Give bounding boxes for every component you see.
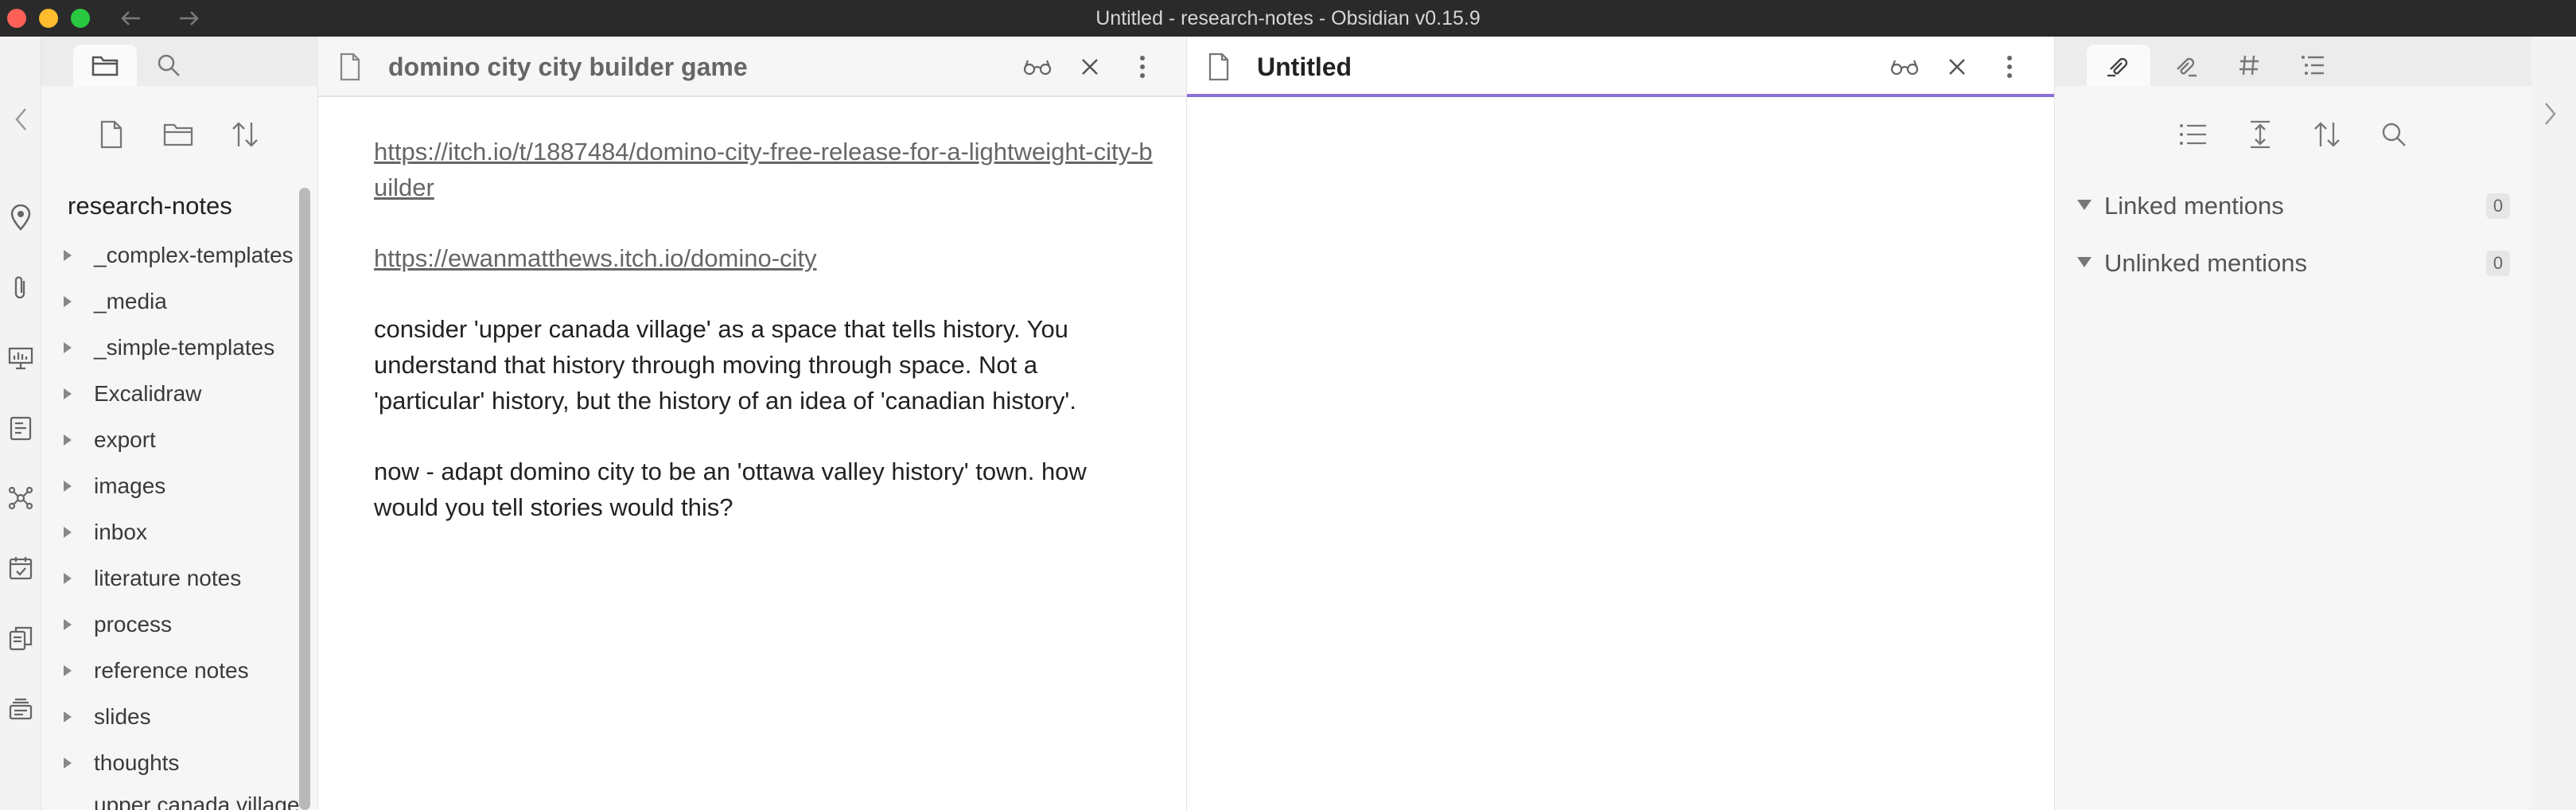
close-icon [1946,56,1968,78]
folder-tree: _complex-templates _media _simple-templa… [41,232,293,786]
document-icon [334,51,366,83]
chevron-right-icon [64,527,72,538]
count-badge: 0 [2486,251,2510,276]
calendar-icon[interactable] [5,552,37,584]
paperclip-icon[interactable] [5,272,37,304]
chevron-right-icon [64,573,72,584]
folder-item[interactable]: inbox [41,509,293,555]
chevron-right-icon [64,711,72,722]
new-folder-button[interactable] [159,115,197,154]
tab-outline[interactable] [2281,45,2344,86]
reading-view-button[interactable] [1889,51,1920,83]
folder-item[interactable]: thoughts [41,740,293,786]
window-title: Untitled - research-notes - Obsidian v0.… [1095,7,1481,29]
collapse-results-button[interactable] [2174,115,2212,154]
chevron-right-icon [64,296,72,307]
external-link[interactable]: https://ewanmatthews.itch.io/domino-city [374,244,817,272]
vault-name[interactable]: research-notes [68,192,232,220]
paragraph: consider 'upper canada village' as a spa… [374,315,1076,415]
external-link[interactable]: https://itch.io/t/1887484/domino-city-fr… [374,138,1153,201]
more-vertical-icon [1138,54,1147,80]
backlinks-icon [2104,52,2133,79]
note-title[interactable]: domino city city builder game [388,37,748,97]
file-explorer-scrollbar[interactable] [299,188,310,810]
folder-item[interactable]: images [41,463,293,509]
outgoing-links-icon [2171,52,2200,79]
pane-header: domino city city builder game [318,37,1186,97]
tab-search[interactable] [137,45,200,86]
right-sidebar-tabs [2054,37,2531,86]
note-content[interactable]: https://itch.io/t/1887484/domino-city-fr… [374,134,1154,560]
tab-outgoing-links[interactable] [2154,45,2217,86]
search-icon [156,53,181,78]
file-item[interactable]: upper canada village [94,792,299,810]
document-icon [1203,51,1235,83]
slides-icon[interactable] [5,342,37,374]
stack-icon[interactable] [5,692,37,724]
file-explorer-toolbar [41,86,317,183]
glasses-icon [1021,57,1053,76]
sort-button[interactable] [2308,115,2346,154]
chevron-right-icon [64,481,72,492]
chevron-right-icon [64,250,72,261]
collapse-left-sidebar-icon[interactable] [5,103,37,135]
chevron-right-icon [64,434,72,446]
folder-item[interactable]: process [41,602,293,648]
tab-backlinks[interactable] [2087,45,2150,86]
map-pin-icon[interactable] [5,202,37,234]
chevron-down-icon [2077,200,2092,210]
more-options-button[interactable] [1994,51,2025,83]
folder-item[interactable]: _complex-templates [41,232,293,278]
pane-header: Untitled [1187,37,2054,97]
title-bar: Untitled - research-notes - Obsidian v0.… [0,0,2576,37]
folder-item[interactable]: _media [41,278,293,325]
copy-icon[interactable] [5,622,37,654]
collapse-right-sidebar-icon[interactable] [2543,100,2566,132]
folder-icon [91,53,119,77]
show-more-context-button[interactable] [2241,115,2279,154]
more-vertical-icon [2005,54,2014,80]
note-title[interactable]: Untitled [1257,37,1352,97]
editor-pane-left: domino city city builder game https://it… [318,37,1187,810]
linked-mentions-header[interactable]: Linked mentions 0 [2071,186,2516,226]
folder-item[interactable]: literature notes [41,555,293,602]
tab-file-explorer[interactable] [73,45,137,86]
folder-item[interactable]: _simple-templates [41,325,293,371]
chevron-right-icon [64,619,72,630]
search-button[interactable] [2375,115,2413,154]
chevron-down-icon [2077,257,2092,267]
backlinks-panel: Linked mentions 0 Unlinked mentions 0 [2054,86,2531,810]
search-icon [2380,121,2407,148]
tab-tags[interactable] [2217,45,2281,86]
new-note-button[interactable] [92,115,130,154]
folder-item[interactable]: Excalidraw [41,371,293,417]
file-explorer: research-notes _complex-templates _media… [41,86,318,810]
right-ribbon [2531,37,2576,810]
folder-item[interactable]: export [41,417,293,463]
folder-item[interactable]: slides [41,694,293,740]
template-icon[interactable] [5,412,37,444]
chevron-right-icon [64,757,72,769]
graph-icon[interactable] [5,482,37,514]
glasses-icon [1889,57,1920,76]
more-options-button[interactable] [1127,51,1158,83]
unlinked-mentions-header[interactable]: Unlinked mentions 0 [2071,243,2516,283]
close-pane-button[interactable] [1074,51,1106,83]
editor-pane-right[interactable]: Untitled [1187,37,2054,810]
close-pane-button[interactable] [1941,51,1973,83]
left-sidebar-tabs [41,37,318,86]
chevron-right-icon [64,665,72,676]
tags-icon [2237,53,2261,77]
sort-button[interactable] [226,115,264,154]
chevron-right-icon [64,342,72,353]
reading-view-button[interactable] [1021,51,1053,83]
outline-icon [2300,53,2325,77]
chevron-right-icon [64,388,72,399]
ribbon [0,37,41,810]
paragraph: now - adapt domino city to be an 'ottawa… [374,458,1087,521]
close-icon [1079,56,1101,78]
folder-item[interactable]: reference notes [41,648,293,694]
count-badge: 0 [2486,193,2510,219]
